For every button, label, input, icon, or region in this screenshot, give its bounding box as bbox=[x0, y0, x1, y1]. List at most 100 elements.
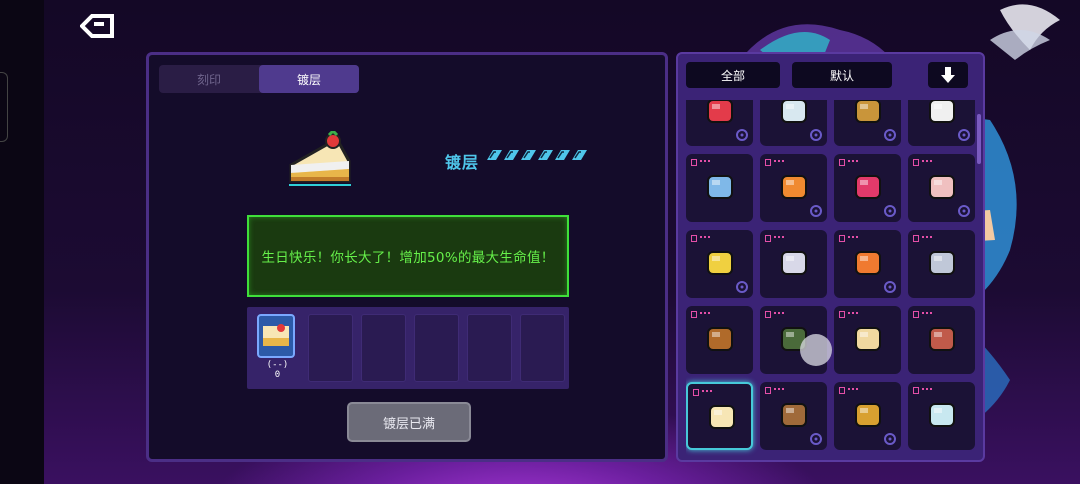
rarity-tag-icon bbox=[839, 235, 859, 242]
flame-torch-icon bbox=[781, 175, 807, 199]
rarity-tag-icon bbox=[765, 159, 785, 166]
inventory-item[interactable] bbox=[686, 382, 753, 450]
inventory-item[interactable] bbox=[686, 230, 753, 298]
rarity-tag-icon bbox=[839, 159, 859, 166]
inventory-item[interactable] bbox=[834, 154, 901, 222]
gear-icon bbox=[884, 129, 896, 141]
inventory-header: 全部 默认 bbox=[686, 62, 968, 88]
tab-engraving[interactable]: 刻印 bbox=[159, 65, 259, 93]
arrow-down-icon bbox=[941, 67, 955, 83]
mouth-icon bbox=[855, 175, 881, 199]
plating-slot-empty[interactable] bbox=[414, 314, 459, 382]
tab-plating[interactable]: 镀层 bbox=[259, 65, 359, 93]
rarity-tag-icon bbox=[765, 311, 785, 318]
cup-icon bbox=[884, 433, 896, 445]
inventory-item[interactable] bbox=[760, 154, 827, 222]
item-detail-panel: 刻印 镀层 镀层 生日快乐！你长大了！增加50%的最大生命值！ (--) 0 镀… bbox=[146, 52, 668, 462]
inventory-item[interactable] bbox=[760, 230, 827, 298]
rarity-tag-icon bbox=[913, 311, 933, 318]
plating-slot-empty[interactable] bbox=[467, 314, 512, 382]
bandage-icon bbox=[855, 327, 881, 351]
sparkle-icon bbox=[884, 281, 896, 293]
cake-card-icon bbox=[257, 314, 295, 358]
plating-slot-filled[interactable]: (--) 0 bbox=[255, 314, 300, 382]
inventory-item[interactable] bbox=[834, 306, 901, 374]
inventory-item[interactable] bbox=[908, 154, 975, 222]
battery-icon bbox=[707, 251, 733, 275]
anchor-icon bbox=[810, 205, 822, 217]
plating-diamond-icon bbox=[521, 150, 536, 160]
inventory-item[interactable] bbox=[686, 306, 753, 374]
target-icon bbox=[781, 251, 807, 275]
cake-block-icon bbox=[929, 327, 955, 351]
swirl-icon bbox=[884, 205, 896, 217]
slot-caption-count: 0 bbox=[274, 370, 281, 380]
coin-bag-icon bbox=[781, 403, 807, 427]
plating-diamond-icon bbox=[572, 150, 587, 160]
acorn-icon bbox=[707, 327, 733, 351]
plating-diamond-icon bbox=[538, 150, 553, 160]
sort-direction-button[interactable] bbox=[928, 62, 968, 88]
plating-slots: (--) 0 bbox=[247, 307, 569, 389]
red-orb-charm-icon bbox=[707, 100, 733, 123]
cake-slice-icon bbox=[289, 131, 351, 186]
inventory-scrollbar[interactable] bbox=[977, 114, 981, 164]
syringe-icon bbox=[707, 175, 733, 199]
rarity-tag-icon bbox=[765, 387, 785, 394]
inventory-panel: 全部 默认 bbox=[676, 52, 985, 462]
plating-diamond-icon bbox=[487, 150, 502, 160]
plating-slot-empty[interactable] bbox=[308, 314, 353, 382]
sort-default-button[interactable]: 默认 bbox=[792, 62, 892, 88]
device-edge-strip bbox=[0, 0, 44, 484]
plating-full-button[interactable]: 镀层已满 bbox=[347, 402, 471, 442]
sparkle-icon bbox=[958, 205, 970, 217]
gear-icon bbox=[958, 129, 970, 141]
rarity-tag-icon bbox=[839, 387, 859, 394]
inventory-item[interactable] bbox=[760, 100, 827, 146]
cake-slice-icon bbox=[709, 405, 735, 429]
plating-slot-empty[interactable] bbox=[520, 314, 565, 382]
inventory-item[interactable] bbox=[760, 382, 827, 450]
shorts-icon bbox=[929, 251, 955, 275]
inventory-item[interactable] bbox=[908, 306, 975, 374]
inventory-item[interactable] bbox=[908, 230, 975, 298]
inventory-item[interactable] bbox=[834, 382, 901, 450]
treasure-chest-icon bbox=[855, 100, 881, 123]
back-icon[interactable] bbox=[80, 14, 114, 38]
moon-icon bbox=[736, 129, 748, 141]
inventory-item[interactable] bbox=[908, 100, 975, 146]
rarity-tag-icon bbox=[693, 389, 713, 396]
rarity-tag-icon bbox=[839, 311, 859, 318]
touch-indicator bbox=[800, 334, 832, 366]
filter-all-button[interactable]: 全部 bbox=[686, 62, 780, 88]
card-box-icon bbox=[781, 100, 807, 123]
plating-diamond-icon bbox=[555, 150, 570, 160]
orbit-icon bbox=[810, 129, 822, 141]
skull-icon bbox=[929, 100, 955, 123]
slot-caption-level: (--) bbox=[266, 360, 289, 370]
plating-label: 镀层 bbox=[445, 153, 480, 172]
device-notch bbox=[0, 72, 8, 142]
inventory-item[interactable] bbox=[686, 100, 753, 146]
plating-slot-empty[interactable] bbox=[361, 314, 406, 382]
plating-level-indicator bbox=[487, 149, 587, 161]
inventory-item[interactable] bbox=[908, 382, 975, 450]
robot-head-icon bbox=[929, 403, 955, 427]
slot-caption: (--) 0 bbox=[255, 360, 300, 380]
inventory-item[interactable] bbox=[834, 100, 901, 146]
rarity-tag-icon bbox=[913, 159, 933, 166]
golden-mask-icon bbox=[855, 403, 881, 427]
rarity-tag-icon bbox=[691, 311, 711, 318]
inventory-item[interactable] bbox=[686, 154, 753, 222]
orbit-icon bbox=[736, 281, 748, 293]
rarity-tag-icon bbox=[913, 387, 933, 394]
scroll-icon bbox=[929, 175, 955, 199]
anchor-icon bbox=[810, 433, 822, 445]
plating-diamond-icon bbox=[504, 150, 519, 160]
tab-bar: 刻印 镀层 bbox=[159, 65, 359, 93]
rarity-tag-icon bbox=[691, 235, 711, 242]
inventory-item[interactable] bbox=[834, 230, 901, 298]
inventory-grid bbox=[686, 100, 981, 456]
carrot-bundle-icon bbox=[855, 251, 881, 275]
rarity-tag-icon bbox=[913, 235, 933, 242]
